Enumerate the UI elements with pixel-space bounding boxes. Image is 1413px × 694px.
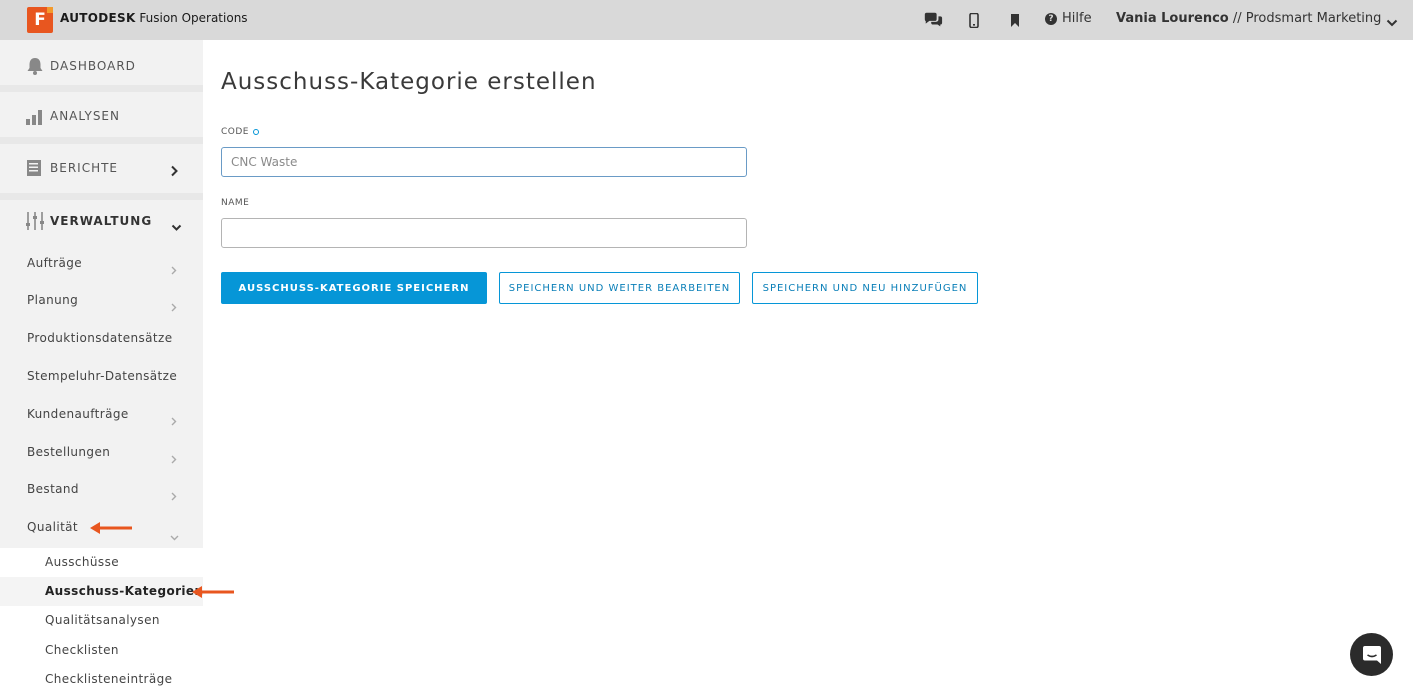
sidebar-item-produktionsdatensaetze[interactable]: Produktionsdatensätze	[0, 321, 203, 358]
page-title: Ausschuss-Kategorie erstellen	[221, 69, 597, 95]
bell-icon	[25, 56, 45, 76]
annotation-arrow-icon	[89, 520, 133, 539]
sidebar-item-ausschuesse[interactable]: Ausschüsse	[0, 548, 240, 577]
chevron-down-icon	[170, 526, 179, 545]
report-icon	[25, 158, 45, 178]
code-label: CODE	[221, 127, 259, 137]
name-label: NAME	[221, 198, 250, 208]
sidebar-item-planung[interactable]: Planung	[0, 283, 203, 320]
chevron-right-icon	[171, 449, 177, 468]
name-input[interactable]	[221, 218, 747, 248]
brand-name: AUTODESK Fusion Operations	[60, 11, 248, 25]
bookmark-icon[interactable]	[1005, 10, 1025, 30]
mobile-icon[interactable]	[964, 10, 984, 30]
sidebar-item-ausschuss-kategorien[interactable]: Ausschuss-Kategorien	[0, 577, 203, 606]
save-button[interactable]: AUSSCHUSS-KATEGORIE SPEICHERN	[221, 272, 487, 304]
sidebar-item-stempeluhr-datensaetze[interactable]: Stempeluhr-Datensätze	[0, 359, 203, 396]
sidebar-item-kundenauftraege[interactable]: Kundenaufträge	[0, 397, 203, 434]
sidebar-item-qualitaetsanalysen[interactable]: Qualitätsanalysen	[0, 606, 240, 635]
chevron-down-icon[interactable]	[1386, 13, 1398, 32]
sidebar-item-checklisten[interactable]: Checklisten	[0, 636, 240, 665]
chat-icon	[1362, 645, 1381, 664]
sidebar-item-auftraege[interactable]: Aufträge	[0, 246, 203, 283]
chevron-right-icon	[171, 486, 177, 505]
code-input[interactable]	[221, 147, 747, 177]
comments-icon[interactable]	[923, 10, 943, 30]
chevron-right-icon	[171, 297, 177, 316]
save-and-add-button[interactable]: SPEICHERN UND NEU HINZUFÜGEN	[752, 272, 978, 304]
user-menu[interactable]: Vania Lourenco // Prodsmart Marketing	[1116, 11, 1381, 26]
save-and-continue-button[interactable]: SPEICHERN UND WEITER BEARBEITEN	[499, 272, 740, 304]
sidebar-item-verwaltung[interactable]: VERWALTUNG	[0, 195, 203, 247]
help-link[interactable]: ? Hilfe	[1045, 11, 1092, 26]
sidebar-item-analysen[interactable]: ANALYSEN	[0, 90, 203, 142]
chevron-right-icon	[170, 162, 178, 181]
sidebar-item-berichte[interactable]: BERICHTE	[0, 142, 203, 194]
top-bar: F AUTODESK Fusion Operations ? Hilfe Van…	[0, 0, 1413, 40]
sidebar-item-bestellungen[interactable]: Bestellungen	[0, 435, 203, 472]
bar-chart-icon	[25, 106, 45, 126]
chevron-down-icon	[171, 217, 182, 236]
sidebar-item-bestand[interactable]: Bestand	[0, 472, 203, 509]
required-icon	[253, 128, 259, 135]
annotation-arrow-icon	[191, 584, 235, 603]
question-icon: ?	[1045, 12, 1057, 25]
chevron-right-icon	[171, 411, 177, 430]
chat-launcher-button[interactable]	[1350, 633, 1393, 676]
fusion-logo[interactable]: F	[27, 7, 53, 33]
chevron-right-icon	[171, 260, 177, 279]
sliders-icon	[25, 211, 45, 231]
sidebar: DASHBOARD ANALYSEN BERICHTE VERWALTUNG A…	[0, 40, 203, 694]
sidebar-item-checklisteneintraege[interactable]: Checklisteneinträge	[0, 665, 240, 694]
